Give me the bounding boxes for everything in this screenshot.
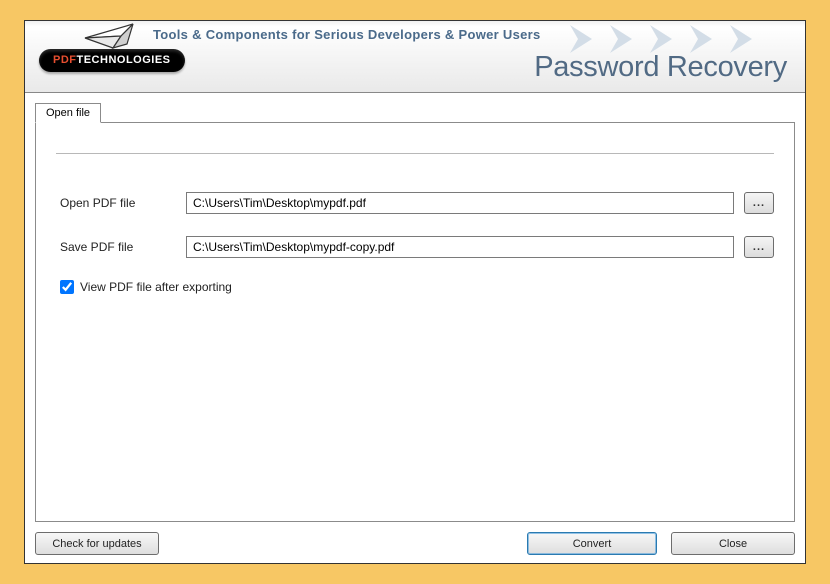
open-pdf-browse-button[interactable]: ... [744,192,774,214]
app-window: Tools & Components for Serious Developer… [24,20,806,564]
save-pdf-browse-button[interactable]: ... [744,236,774,258]
save-pdf-row: Save PDF file ... [56,236,774,258]
header: Tools & Components for Serious Developer… [25,21,805,93]
check-updates-button[interactable]: Check for updates [35,532,159,555]
convert-button[interactable]: Convert [527,532,657,555]
open-pdf-row: Open PDF file ... [56,192,774,214]
logo: PDFTECHNOLOGIES [39,25,185,48]
open-pdf-input[interactable] [186,192,734,214]
save-pdf-input[interactable] [186,236,734,258]
footer: Check for updates Convert Close [25,530,805,563]
app-title: Password Recovery [534,51,787,84]
tagline: Tools & Components for Serious Developer… [153,27,541,42]
tab-open-file[interactable]: Open file [35,103,101,123]
tabbar: Open file [25,99,805,122]
divider [56,153,774,154]
view-after-label[interactable]: View PDF file after exporting [80,280,232,294]
close-button[interactable]: Close [671,532,795,555]
save-pdf-label: Save PDF file [56,240,186,254]
paper-plane-icon [83,22,143,59]
view-after-row: View PDF file after exporting [56,280,774,294]
logo-text-pdf: PDF [53,54,77,66]
main-panel: Open PDF file ... Save PDF file ... View… [35,122,795,522]
open-pdf-label: Open PDF file [56,196,186,210]
view-after-checkbox[interactable] [60,280,74,294]
